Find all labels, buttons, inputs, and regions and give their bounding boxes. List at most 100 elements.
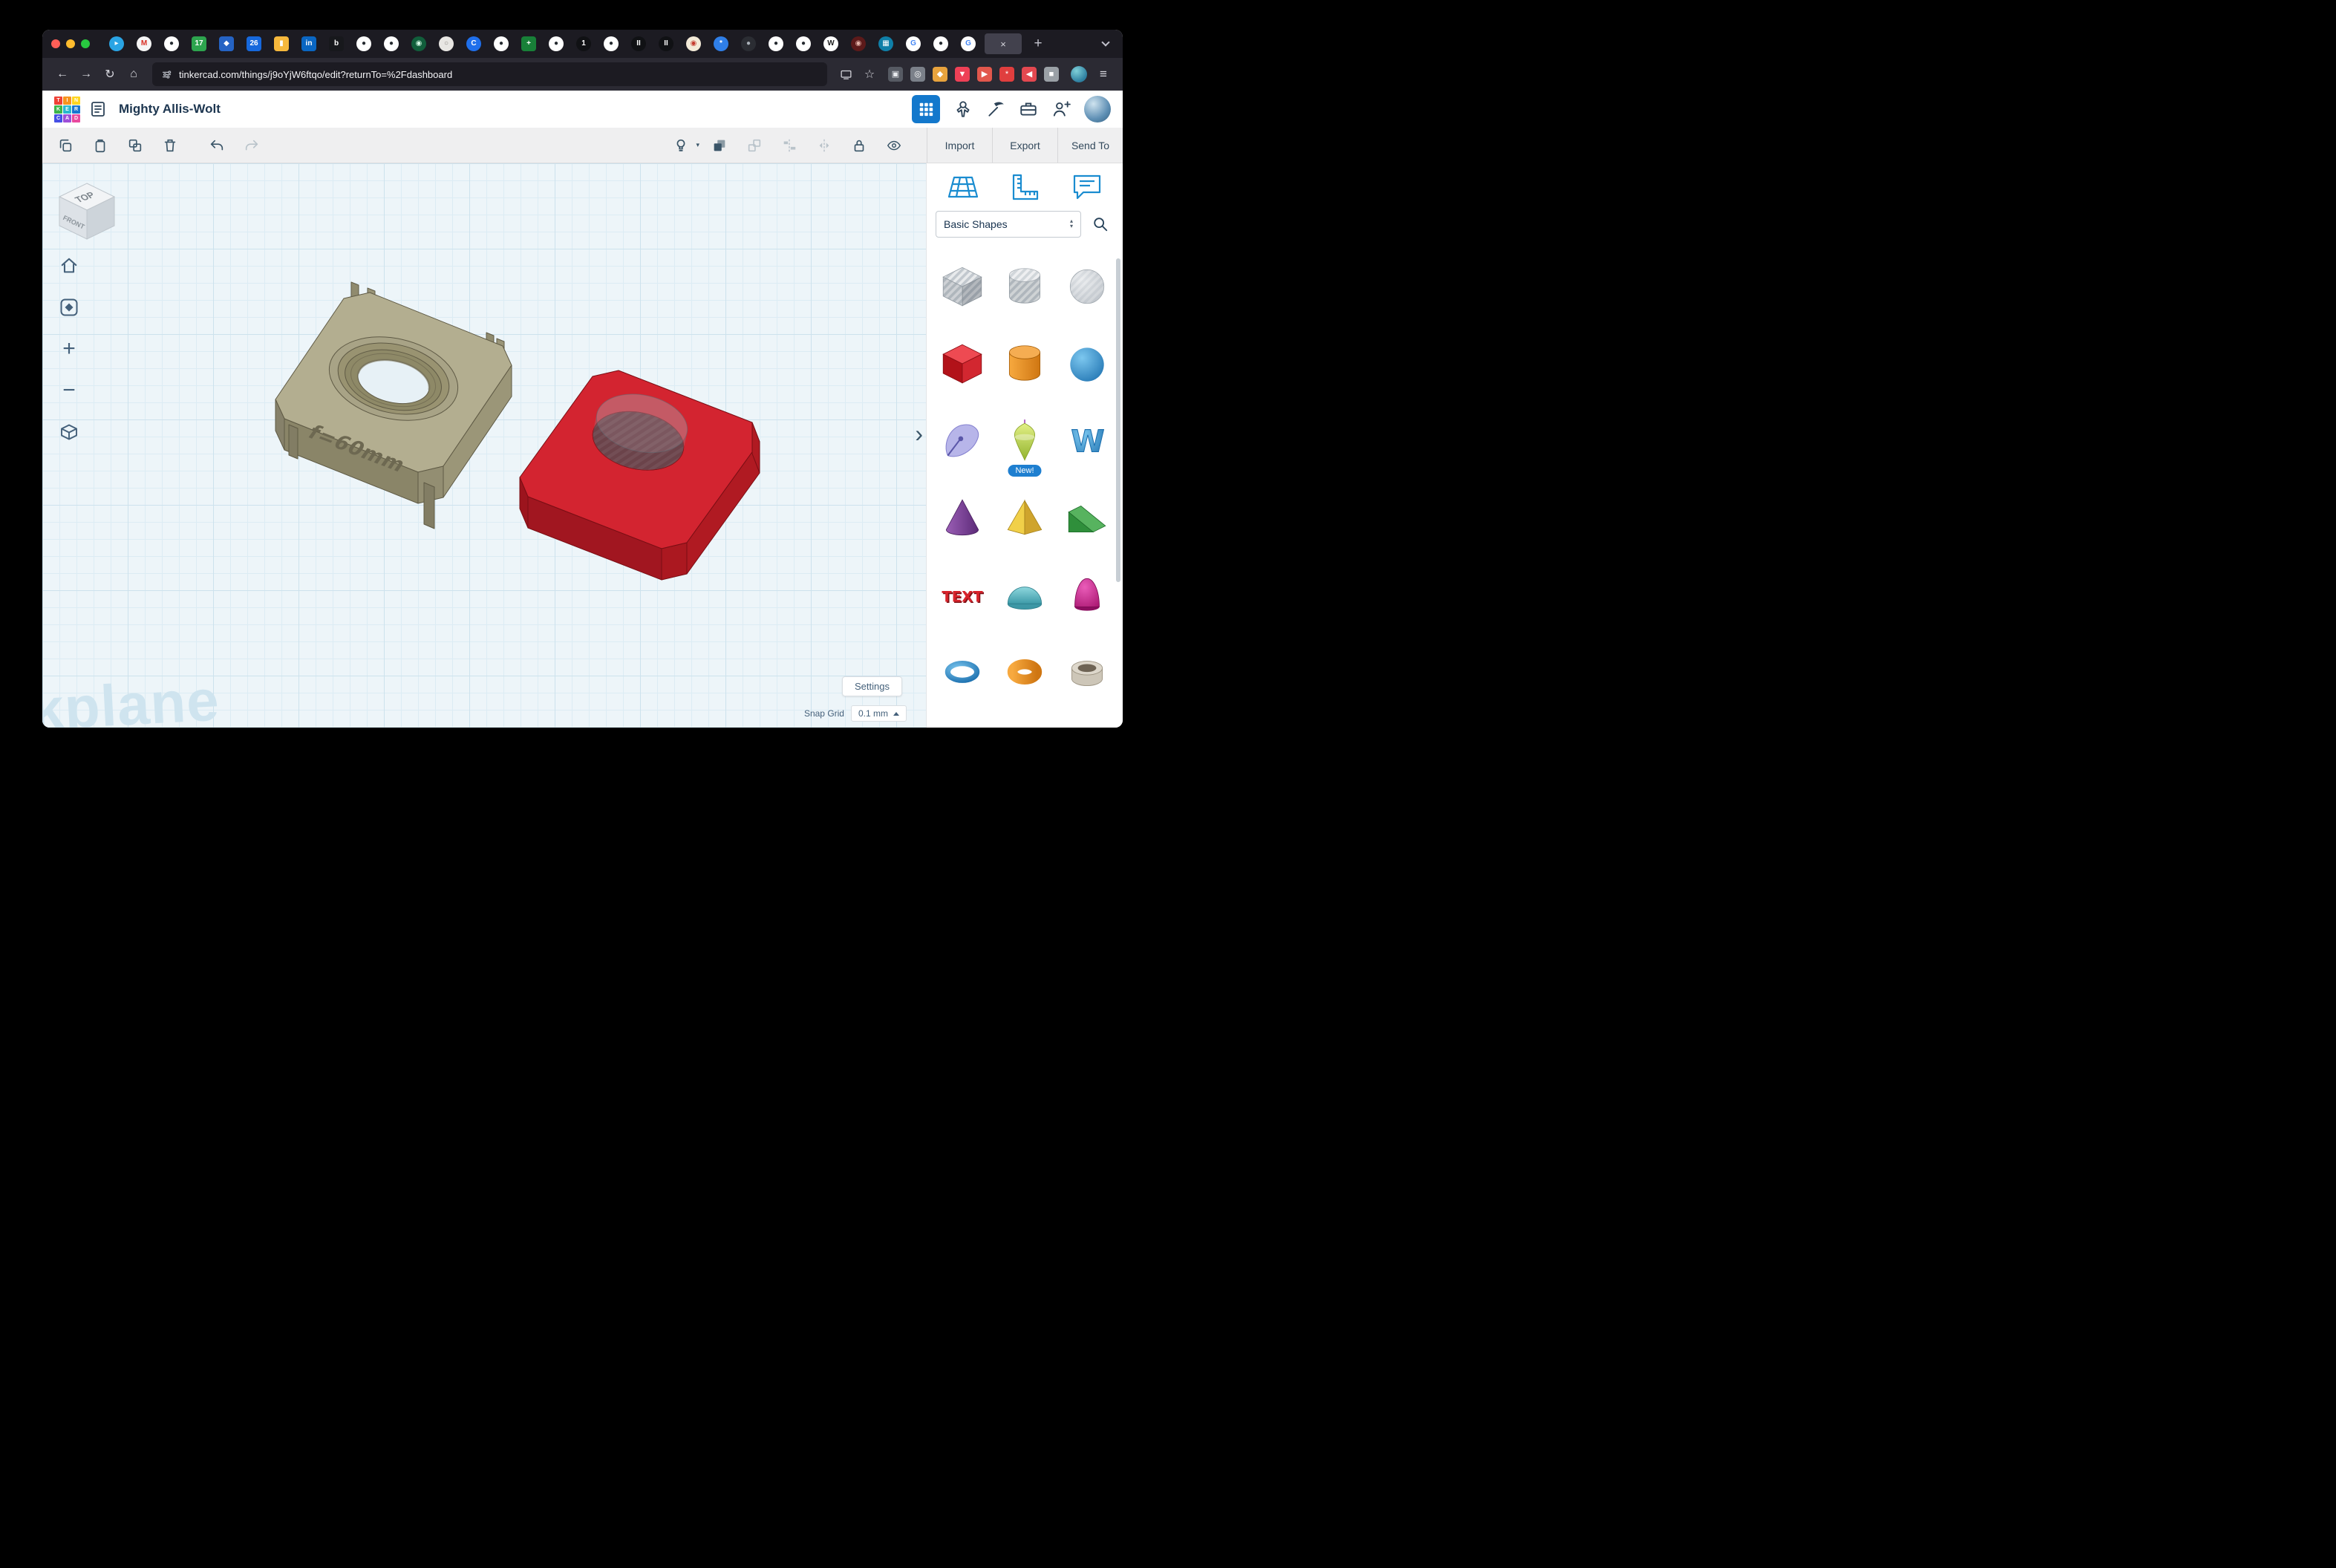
zoom-out-button[interactable]: − — [56, 377, 82, 404]
green-17-pinned-tab[interactable]: 17 — [192, 36, 206, 51]
align-button[interactable] — [777, 133, 802, 158]
search-shapes-button[interactable] — [1087, 211, 1114, 238]
shape-sphere-icon[interactable] — [1056, 325, 1118, 402]
gingerbread-icon[interactable] — [953, 99, 973, 119]
screenshot-ext-icon[interactable]: ◎ — [910, 67, 925, 82]
shape-cone-icon[interactable] — [931, 480, 994, 557]
pocket-ext-icon[interactable]: ▼ — [955, 67, 970, 82]
pause-1-pinned-tab[interactable]: II — [631, 36, 646, 51]
browser-profile-avatar[interactable] — [1071, 66, 1087, 82]
pickaxe-icon[interactable] — [986, 99, 1005, 119]
invite-person-icon[interactable] — [1051, 99, 1071, 119]
github-2-pinned-tab[interactable]: ● — [356, 36, 371, 51]
blue-dots-pinned-tab[interactable]: * — [714, 36, 728, 51]
shape-letter-icon[interactable]: W — [1056, 402, 1118, 480]
collapse-panel-chevron[interactable]: › — [915, 422, 923, 445]
dashboard-button[interactable] — [912, 95, 940, 123]
yellow-app-pinned-tab[interactable]: ▮ — [274, 36, 289, 51]
badge-1-pinned-tab[interactable]: 1 — [576, 36, 591, 51]
zoom-in-button[interactable]: + — [56, 336, 82, 362]
delete-button[interactable] — [157, 133, 183, 158]
pale-disc-pinned-tab[interactable]: ○ — [439, 36, 454, 51]
list-all-tabs-button[interactable] — [1097, 42, 1114, 45]
blue-26-pinned-tab[interactable]: 26 — [247, 36, 261, 51]
group-button[interactable] — [707, 133, 732, 158]
window-minimize-button[interactable] — [66, 39, 75, 48]
forward-button[interactable]: → — [75, 63, 97, 85]
panel-scrollbar[interactable] — [1116, 258, 1120, 582]
video-ext-icon[interactable]: ▶ — [977, 67, 992, 82]
linkedin-pinned-tab[interactable]: in — [301, 36, 316, 51]
undo-button[interactable] — [204, 133, 229, 158]
github-3-pinned-tab[interactable]: ● — [384, 36, 399, 51]
notes-helper-icon[interactable] — [1071, 172, 1103, 202]
tinkercad-logo[interactable]: TINKERCAD — [54, 97, 80, 122]
shape-category-select[interactable]: Basic Shapes ▴▾ — [936, 211, 1081, 238]
paste-button[interactable] — [88, 133, 113, 158]
lock-button[interactable] — [846, 133, 872, 158]
shape-scribble-icon[interactable] — [931, 402, 994, 480]
new-tab-button[interactable]: + — [1029, 36, 1047, 52]
account-avatar[interactable] — [1084, 96, 1111, 122]
show-all-caret[interactable]: ▾ — [696, 141, 699, 149]
back-button[interactable]: ← — [51, 63, 74, 85]
fit-view-button[interactable] — [56, 294, 82, 321]
import-button[interactable]: Import — [927, 128, 992, 163]
github-6-pinned-tab[interactable]: ● — [604, 36, 619, 51]
tab-close-icon[interactable]: × — [1000, 39, 1006, 50]
ruler-helper-icon[interactable] — [1010, 172, 1041, 202]
shape-paraboloid-icon[interactable] — [1056, 557, 1118, 634]
duplicate-button[interactable] — [123, 133, 148, 158]
copy-button[interactable] — [53, 133, 78, 158]
url-bar[interactable]: tinkercad.com/things/j9oYjW6ftqo/edit?re… — [152, 62, 827, 86]
url-text[interactable]: tinkercad.com/things/j9oYjW6ftqo/edit?re… — [179, 69, 452, 80]
shape-top-icon[interactable]: New! — [994, 402, 1056, 480]
blue-c-pinned-tab[interactable]: C — [466, 36, 481, 51]
active-tab[interactable]: × — [985, 33, 1022, 54]
workplane-helper-icon[interactable] — [946, 172, 980, 202]
github-8-pinned-tab[interactable]: ● — [796, 36, 811, 51]
pause-2-pinned-tab[interactable]: II — [659, 36, 673, 51]
puzzle-ext-icon[interactable]: ■ — [1044, 67, 1059, 82]
shape-torus-icon[interactable] — [994, 634, 1056, 711]
site-permissions-icon[interactable] — [161, 69, 172, 80]
gmail-pinned-tab[interactable]: M — [137, 36, 151, 51]
perspective-toggle-button[interactable] — [56, 419, 82, 445]
github-4-pinned-tab[interactable]: ● — [494, 36, 509, 51]
tan-part[interactable]: f=60mm — [275, 282, 512, 529]
toolbox-icon[interactable] — [1019, 99, 1038, 119]
dark-red-pinned-tab[interactable]: ◉ — [851, 36, 866, 51]
sheets-pinned-tab[interactable]: + — [521, 36, 536, 51]
shape-hole-sphere-icon[interactable] — [1056, 248, 1118, 325]
dark-green-pinned-tab[interactable]: ◉ — [411, 36, 426, 51]
design-title[interactable]: Mighty Allis-Wolt — [119, 102, 221, 117]
red-part[interactable] — [520, 370, 760, 580]
show-all-button[interactable] — [668, 133, 694, 158]
google-1-pinned-tab[interactable]: G — [906, 36, 921, 51]
github-1-pinned-tab[interactable]: ● — [164, 36, 179, 51]
megaphone-ext-icon[interactable]: ◀ — [1022, 67, 1037, 82]
view-home-button[interactable] — [56, 252, 82, 279]
dark-b-pinned-tab[interactable]: b — [329, 36, 344, 51]
redo-button[interactable] — [239, 133, 264, 158]
orange-ext-icon[interactable]: ◆ — [933, 67, 947, 82]
telegram-pinned-tab[interactable]: ▸ — [109, 36, 124, 51]
shape-pyramid-icon[interactable] — [994, 480, 1056, 557]
menu-button[interactable]: ≡ — [1093, 67, 1114, 82]
adblock-ext-icon[interactable]: * — [999, 67, 1014, 82]
view-cube[interactable]: TOP FRONT — [54, 178, 120, 244]
shape-cylinder-icon[interactable] — [994, 325, 1056, 402]
shape-hole-cylinder-icon[interactable] — [994, 248, 1056, 325]
github-5-pinned-tab[interactable]: ● — [549, 36, 564, 51]
tab-sidebar-ext-icon[interactable]: ▣ — [888, 67, 903, 82]
cream-red-pinned-tab[interactable]: ◉ — [686, 36, 701, 51]
bookmark-star-icon[interactable]: ☆ — [858, 63, 881, 85]
ungroup-button[interactable] — [742, 133, 767, 158]
grid-app-pinned-tab[interactable]: ▦ — [878, 36, 893, 51]
shape-half-sphere-icon[interactable] — [994, 557, 1056, 634]
window-zoom-button[interactable] — [81, 39, 90, 48]
shape-box-icon[interactable] — [931, 325, 994, 402]
shape-tube-icon[interactable] — [1056, 634, 1118, 711]
export-button[interactable]: Export — [992, 128, 1057, 163]
reload-button[interactable]: ↻ — [99, 63, 121, 85]
